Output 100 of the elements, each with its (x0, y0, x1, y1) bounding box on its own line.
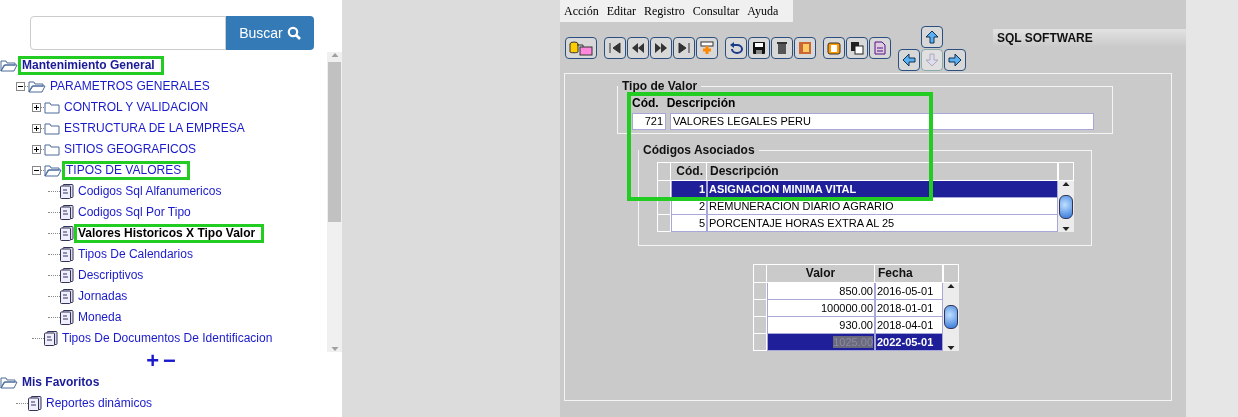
tree-item[interactable]: Mantenimiento General (18, 56, 164, 75)
toolbar-button[interactable] (650, 37, 672, 59)
open-folder-icon (28, 80, 46, 93)
toolbar-button[interactable] (673, 37, 695, 59)
undo-icon (728, 40, 744, 56)
scroll-down-icon (330, 346, 339, 352)
tree-item[interactable]: Reportes dinámicos (42, 394, 157, 413)
search-icon (286, 26, 301, 40)
tree-item[interactable]: PARAMETROS GENERALES (46, 77, 214, 96)
toolbar-button[interactable] (771, 37, 793, 59)
menu-item[interactable]: Consultar (688, 3, 744, 19)
folder-icon (44, 143, 60, 156)
arrow-button[interactable] (921, 25, 943, 48)
tree-item[interactable]: Tipos De Documentos De Identificacion (58, 329, 277, 348)
copy-icon (849, 40, 865, 56)
expand-icon (32, 103, 41, 112)
table-cell: 930.00 (767, 317, 875, 334)
table-cell: 2016-05-01 (875, 283, 943, 300)
table-cell: 5 (671, 215, 707, 232)
toolbar-button[interactable] (725, 37, 747, 59)
folder-icon (44, 122, 60, 135)
search-button[interactable]: Buscar (226, 16, 314, 50)
table-cell: 100000.00 (767, 300, 875, 317)
next-record-icon (653, 40, 669, 56)
tree-item[interactable]: Moneda (74, 308, 126, 327)
save-icon (751, 40, 767, 56)
scrollbar[interactable] (943, 283, 959, 351)
field-label: Cód. (632, 96, 659, 110)
tree-item[interactable]: Codigos Sql Alfanumericos (74, 182, 226, 201)
document-icon (60, 268, 74, 283)
tree-item[interactable]: Valores Historicos X Tipo Valor (74, 224, 265, 243)
table-cell: ASIGNACION MINIMA VITAL (707, 181, 1058, 198)
menu-item[interactable]: Ayuda (743, 3, 783, 19)
search-field[interactable] (30, 16, 226, 50)
tree-item[interactable]: TIPOS DE VALORES (62, 161, 191, 180)
toolbar-button[interactable] (627, 37, 649, 59)
toolbar-button[interactable] (696, 37, 718, 59)
last-record-icon (676, 40, 692, 56)
tree-item[interactable]: Tipos De Calendarios (74, 245, 197, 264)
first-record-icon (607, 40, 623, 56)
brand-label: SQL SOFTWARE (993, 29, 1186, 47)
document-icon (60, 205, 74, 220)
document-icon (60, 289, 74, 304)
menu-item[interactable]: Acción (560, 3, 603, 19)
tree-item[interactable]: Codigos Sql Por Tipo (74, 203, 195, 222)
expand-all-button[interactable]: + (146, 352, 159, 370)
expand-icon (32, 145, 41, 154)
arrow-left-icon (901, 51, 917, 68)
toolbar-button[interactable] (604, 37, 626, 59)
table-cell: 850.00 (767, 283, 875, 300)
tree-item[interactable]: Descriptivos (74, 266, 148, 285)
scroll-up-icon (1062, 181, 1070, 187)
arrow-button[interactable] (898, 48, 920, 71)
header-corner-cell (657, 162, 671, 181)
document-icon (60, 226, 74, 241)
table-cell: 2018-01-01 (875, 300, 943, 317)
header-corner-cell (753, 264, 767, 283)
document-icon (44, 331, 58, 346)
collapse-all-button[interactable]: − (163, 352, 176, 370)
header-corner-cell (943, 264, 959, 283)
toolbar-button[interactable] (823, 37, 845, 59)
expand-icon (32, 124, 41, 133)
document-icon (60, 310, 74, 325)
column-header: Valor (767, 264, 875, 283)
toolbar-button[interactable] (748, 37, 770, 59)
trash-icon (774, 40, 790, 56)
folder-icon (44, 101, 60, 114)
arrow-up-icon (924, 28, 940, 45)
report-icon (872, 40, 888, 56)
code-field[interactable]: 721 (632, 113, 666, 130)
database-icon (568, 40, 594, 56)
insert-record-icon (699, 40, 715, 56)
scroll-up-icon (947, 283, 955, 289)
previous-record-icon (630, 40, 646, 56)
description-field[interactable]: VALORES LEGALES PERU (670, 113, 1094, 130)
document-icon (60, 184, 74, 199)
scroll-up-icon (330, 52, 339, 58)
section-title: Tipo de Valor (621, 80, 699, 92)
tree-item[interactable]: Mis Favoritos (18, 373, 104, 392)
column-header: Descripción (707, 162, 1058, 181)
tree-item[interactable]: SITIOS GEOGRAFICOS (60, 140, 201, 159)
table-cell: PORCENTAJE HORAS EXTRA AL 25 (707, 215, 1058, 232)
table-cell: 2022-05-01 (875, 334, 943, 351)
document-icon (28, 396, 42, 411)
section-title: Códigos Asociados (642, 144, 756, 156)
tree-item[interactable]: Jornadas (74, 287, 132, 306)
scrollbar[interactable] (327, 52, 342, 352)
menu-item[interactable]: Editar (602, 3, 640, 19)
scroll-down-icon (947, 345, 955, 351)
tree-item[interactable]: CONTROL Y VALIDACION (60, 98, 213, 117)
table-cell: 2018-04-01 (875, 317, 943, 334)
menu-item[interactable]: Registro (640, 3, 689, 19)
header-corner-cell (1058, 162, 1074, 181)
scrollbar[interactable] (1058, 181, 1074, 232)
document-icon (60, 247, 74, 262)
toolbar-button[interactable] (846, 37, 868, 59)
arrow-button[interactable] (944, 48, 966, 71)
arrow-down-icon (924, 51, 940, 68)
arrow-right-icon (947, 51, 963, 68)
tree-item[interactable]: ESTRUCTURA DE LA EMPRESA (60, 119, 249, 138)
